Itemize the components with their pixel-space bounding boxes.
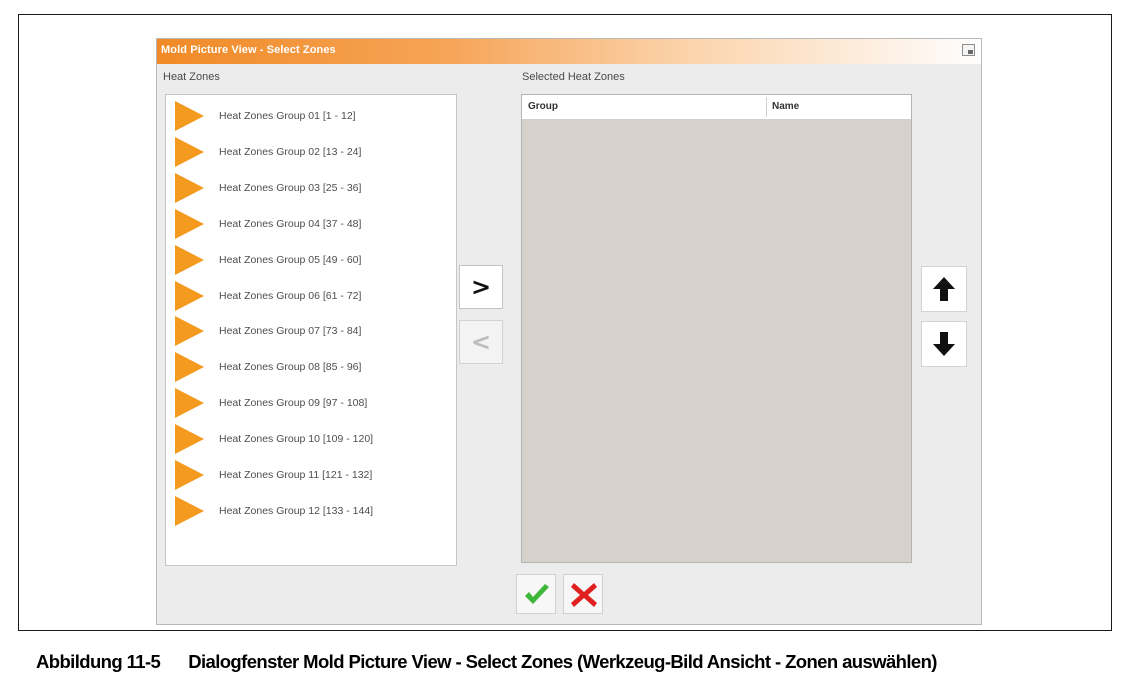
checkmark-icon — [525, 584, 549, 604]
triangle-right-icon — [175, 244, 204, 275]
heat-zone-list-item[interactable]: Heat Zones Group 09 [97 - 108] — [166, 386, 456, 420]
move-down-button[interactable] — [921, 321, 967, 367]
triangle-right-icon — [175, 280, 204, 311]
triangle-right-icon — [175, 460, 204, 490]
triangle-right-icon — [175, 424, 204, 455]
triangle-right-icon — [175, 352, 204, 383]
triangle-right-icon — [175, 172, 204, 203]
heat-zone-label: Heat Zones Group 08 [85 - 96] — [219, 361, 362, 374]
selected-heat-zones-label: Selected Heat Zones — [522, 71, 625, 83]
add-zone-button[interactable]: > — [459, 265, 503, 309]
heat-zone-list-item[interactable]: Heat Zones Group 07 [73 - 84] — [166, 314, 456, 348]
arrow-down-icon — [933, 332, 955, 356]
triangle-right-icon — [175, 101, 204, 131]
heat-zone-list-item[interactable]: Heat Zones Group 06 [61 - 72] — [166, 279, 456, 313]
heat-zone-list-item[interactable]: Heat Zones Group 11 [121 - 132] — [166, 458, 456, 492]
cancel-button[interactable] — [563, 574, 603, 614]
triangle-right-icon — [175, 388, 204, 419]
heat-zone-list-item[interactable]: Heat Zones Group 04 [37 - 48] — [166, 207, 456, 241]
grid-header: Group Name — [522, 95, 911, 120]
heat-zone-label: Heat Zones Group 06 [61 - 72] — [219, 289, 362, 302]
select-zones-dialog: Mold Picture View - Select Zones Heat Zo… — [156, 38, 982, 625]
dialog-titlebar: Mold Picture View - Select Zones — [157, 39, 981, 64]
column-header-name[interactable]: Name — [772, 101, 799, 112]
heat-zone-list-item[interactable]: Heat Zones Group 12 [133 - 144] — [166, 494, 456, 528]
heat-zone-label: Heat Zones Group 12 [133 - 144] — [219, 504, 374, 517]
ok-button[interactable] — [516, 574, 556, 614]
heat-zone-list-item[interactable]: Heat Zones Group 03 [25 - 36] — [166, 171, 456, 205]
heat-zone-list-item[interactable]: Heat Zones Group 05 [49 - 60] — [166, 243, 456, 277]
column-header-group[interactable]: Group — [528, 101, 558, 112]
move-up-button[interactable] — [921, 266, 967, 312]
remove-zone-button[interactable]: < — [459, 320, 503, 364]
heat-zone-label: Heat Zones Group 05 [49 - 60] — [219, 253, 362, 266]
heat-zone-label: Heat Zones Group 10 [109 - 120] — [219, 433, 374, 446]
restore-icon[interactable] — [962, 44, 975, 56]
heat-zones-label: Heat Zones — [163, 71, 220, 83]
heat-zone-label: Heat Zones Group 07 [73 - 84] — [219, 325, 362, 338]
cross-icon — [571, 583, 597, 607]
column-separator — [766, 97, 767, 117]
selected-heat-zones-grid[interactable]: Group Name — [521, 94, 912, 563]
heat-zone-list-item[interactable]: Heat Zones Group 01 [1 - 12] — [166, 99, 456, 133]
triangle-right-icon — [175, 208, 204, 239]
heat-zone-label: Heat Zones Group 01 [1 - 12] — [219, 110, 356, 122]
arrow-up-icon — [933, 277, 955, 301]
heat-zone-label: Heat Zones Group 09 [97 - 108] — [219, 397, 368, 410]
heat-zone-label: Heat Zones Group 04 [37 - 48] — [219, 217, 362, 230]
heat-zone-label: Heat Zones Group 03 [25 - 36] — [219, 181, 362, 194]
heat-zones-list[interactable]: Heat Zones Group 01 [1 - 12] Heat Zones G… — [165, 94, 457, 566]
figure-caption-text: Dialogfenster Mold Picture View - Select… — [188, 651, 937, 672]
triangle-right-icon — [175, 495, 204, 526]
heat-zone-label: Heat Zones Group 11 [121 - 132] — [219, 469, 373, 481]
dialog-title: Mold Picture View - Select Zones — [161, 44, 336, 56]
heat-zone-list-item[interactable]: Heat Zones Group 02 [13 - 24] — [166, 135, 456, 169]
figure-caption: Abbildung 11-5 Dialogfenster Mold Picture… — [36, 651, 937, 673]
heat-zone-list-item[interactable]: Heat Zones Group 08 [85 - 96] — [166, 350, 456, 384]
heat-zone-label: Heat Zones Group 02 [13 - 24] — [219, 145, 362, 158]
heat-zone-list-item[interactable]: Heat Zones Group 10 [109 - 120] — [166, 422, 456, 456]
figure-number: Abbildung 11-5 — [36, 651, 161, 672]
triangle-right-icon — [175, 316, 204, 347]
triangle-right-icon — [175, 136, 204, 167]
